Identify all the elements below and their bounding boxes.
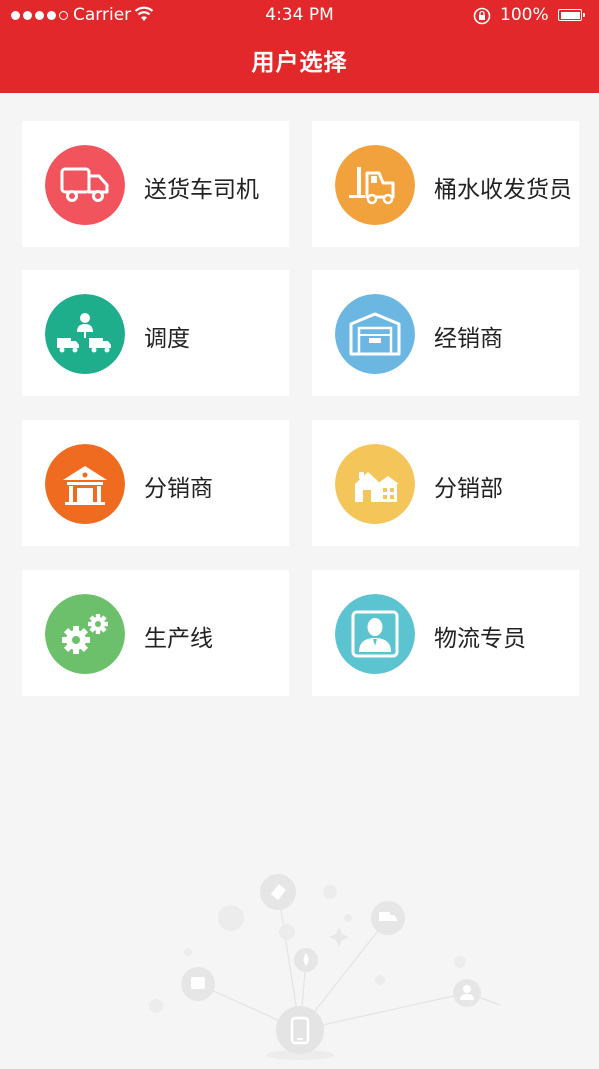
role-card-distributor[interactable]: 分销商 xyxy=(22,420,289,546)
forklift-icon xyxy=(335,145,415,225)
store-icon xyxy=(45,444,125,524)
role-card-water-receiver[interactable]: 桶水收发货员 xyxy=(312,121,579,247)
battery-percent: 100% xyxy=(500,5,549,25)
role-label: 分销部 xyxy=(434,476,503,502)
role-card-dealer[interactable]: 经销商 xyxy=(312,270,579,396)
role-card-branch[interactable]: 分销部 xyxy=(312,420,579,546)
app-header: Carrier 4:34 PM 100% 用户选择 xyxy=(0,0,599,93)
battery-icon xyxy=(558,9,585,21)
gears-icon xyxy=(45,594,125,674)
role-label: 桶水收发货员 xyxy=(434,177,572,203)
delivery-truck-icon xyxy=(45,145,125,225)
role-label: 分销商 xyxy=(144,476,213,502)
role-label: 物流专员 xyxy=(434,626,526,652)
status-bar: Carrier 4:34 PM 100% xyxy=(0,0,599,32)
role-label: 调度 xyxy=(144,326,190,352)
warehouse-icon xyxy=(335,294,415,374)
rotation-lock-icon xyxy=(472,6,492,31)
role-card-production-line[interactable]: 生产线 xyxy=(22,570,289,696)
role-label: 生产线 xyxy=(144,626,213,652)
background-network-illustration xyxy=(140,860,520,1069)
role-label: 送货车司机 xyxy=(144,177,259,203)
person-icon xyxy=(335,594,415,674)
role-card-logistics-specialist[interactable]: 物流专员 xyxy=(312,570,579,696)
role-card-dispatch[interactable]: 调度 xyxy=(22,270,289,396)
page-title: 用户选择 xyxy=(251,50,348,76)
dispatch-icon xyxy=(45,294,125,374)
role-label: 经销商 xyxy=(434,326,503,352)
role-card-delivery-driver[interactable]: 送货车司机 xyxy=(22,121,289,247)
house-icon xyxy=(335,444,415,524)
